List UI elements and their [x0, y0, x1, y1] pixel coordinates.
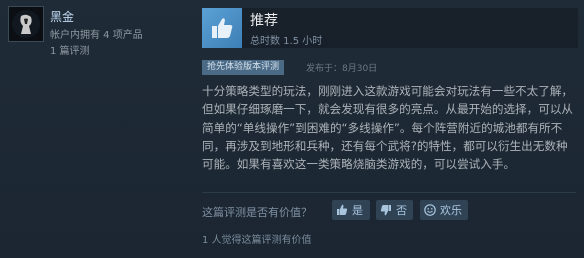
review-text: 十分策略类型的玩法，刚刚进入这款游戏可能会对玩法有一些不太了解，但如果仔细琢磨一…	[202, 84, 574, 172]
hours-played: 总时数 1.5 小时	[250, 36, 323, 47]
vote-yes-button[interactable]: 是	[332, 200, 370, 220]
posted-date: 发布于：8月30日	[306, 64, 378, 74]
vote-no-button[interactable]: 否	[376, 200, 413, 220]
avatar[interactable]	[8, 6, 44, 42]
verdict-icon-box	[202, 8, 242, 48]
early-access-badge: 抢先体验版本评测	[202, 60, 285, 75]
silhouette-avatar-icon	[12, 10, 40, 38]
author-products[interactable]: 帐户内拥有 4 项产品	[50, 26, 143, 41]
divider	[202, 192, 576, 193]
author-name[interactable]: 黑金	[50, 8, 74, 25]
vote-funny-label: 欢乐	[440, 204, 462, 217]
author-reviews[interactable]: 1 篇评测	[50, 42, 90, 57]
helpful-question: 这篇评测是否有价值？	[202, 206, 312, 219]
vote-yes-label: 是	[352, 204, 363, 217]
thumbs-up-icon	[212, 18, 233, 38]
thumbs-down-icon	[380, 204, 392, 216]
vote-header[interactable]: 推荐 总时数 1.5 小时	[202, 8, 578, 48]
helpful-count: 1 人觉得这篇评测有价值	[202, 235, 312, 246]
review-card: 黑金 帐户内拥有 4 项产品 1 篇评测 推荐 总时数 1.5 小时 抢先体验版…	[0, 0, 584, 258]
vote-no-label: 否	[396, 204, 407, 217]
thumbs-up-icon	[336, 204, 348, 216]
smiley-icon	[424, 204, 436, 216]
verdict-title: 推荐	[250, 13, 278, 29]
vote-funny-button[interactable]: 欢乐	[420, 200, 468, 220]
